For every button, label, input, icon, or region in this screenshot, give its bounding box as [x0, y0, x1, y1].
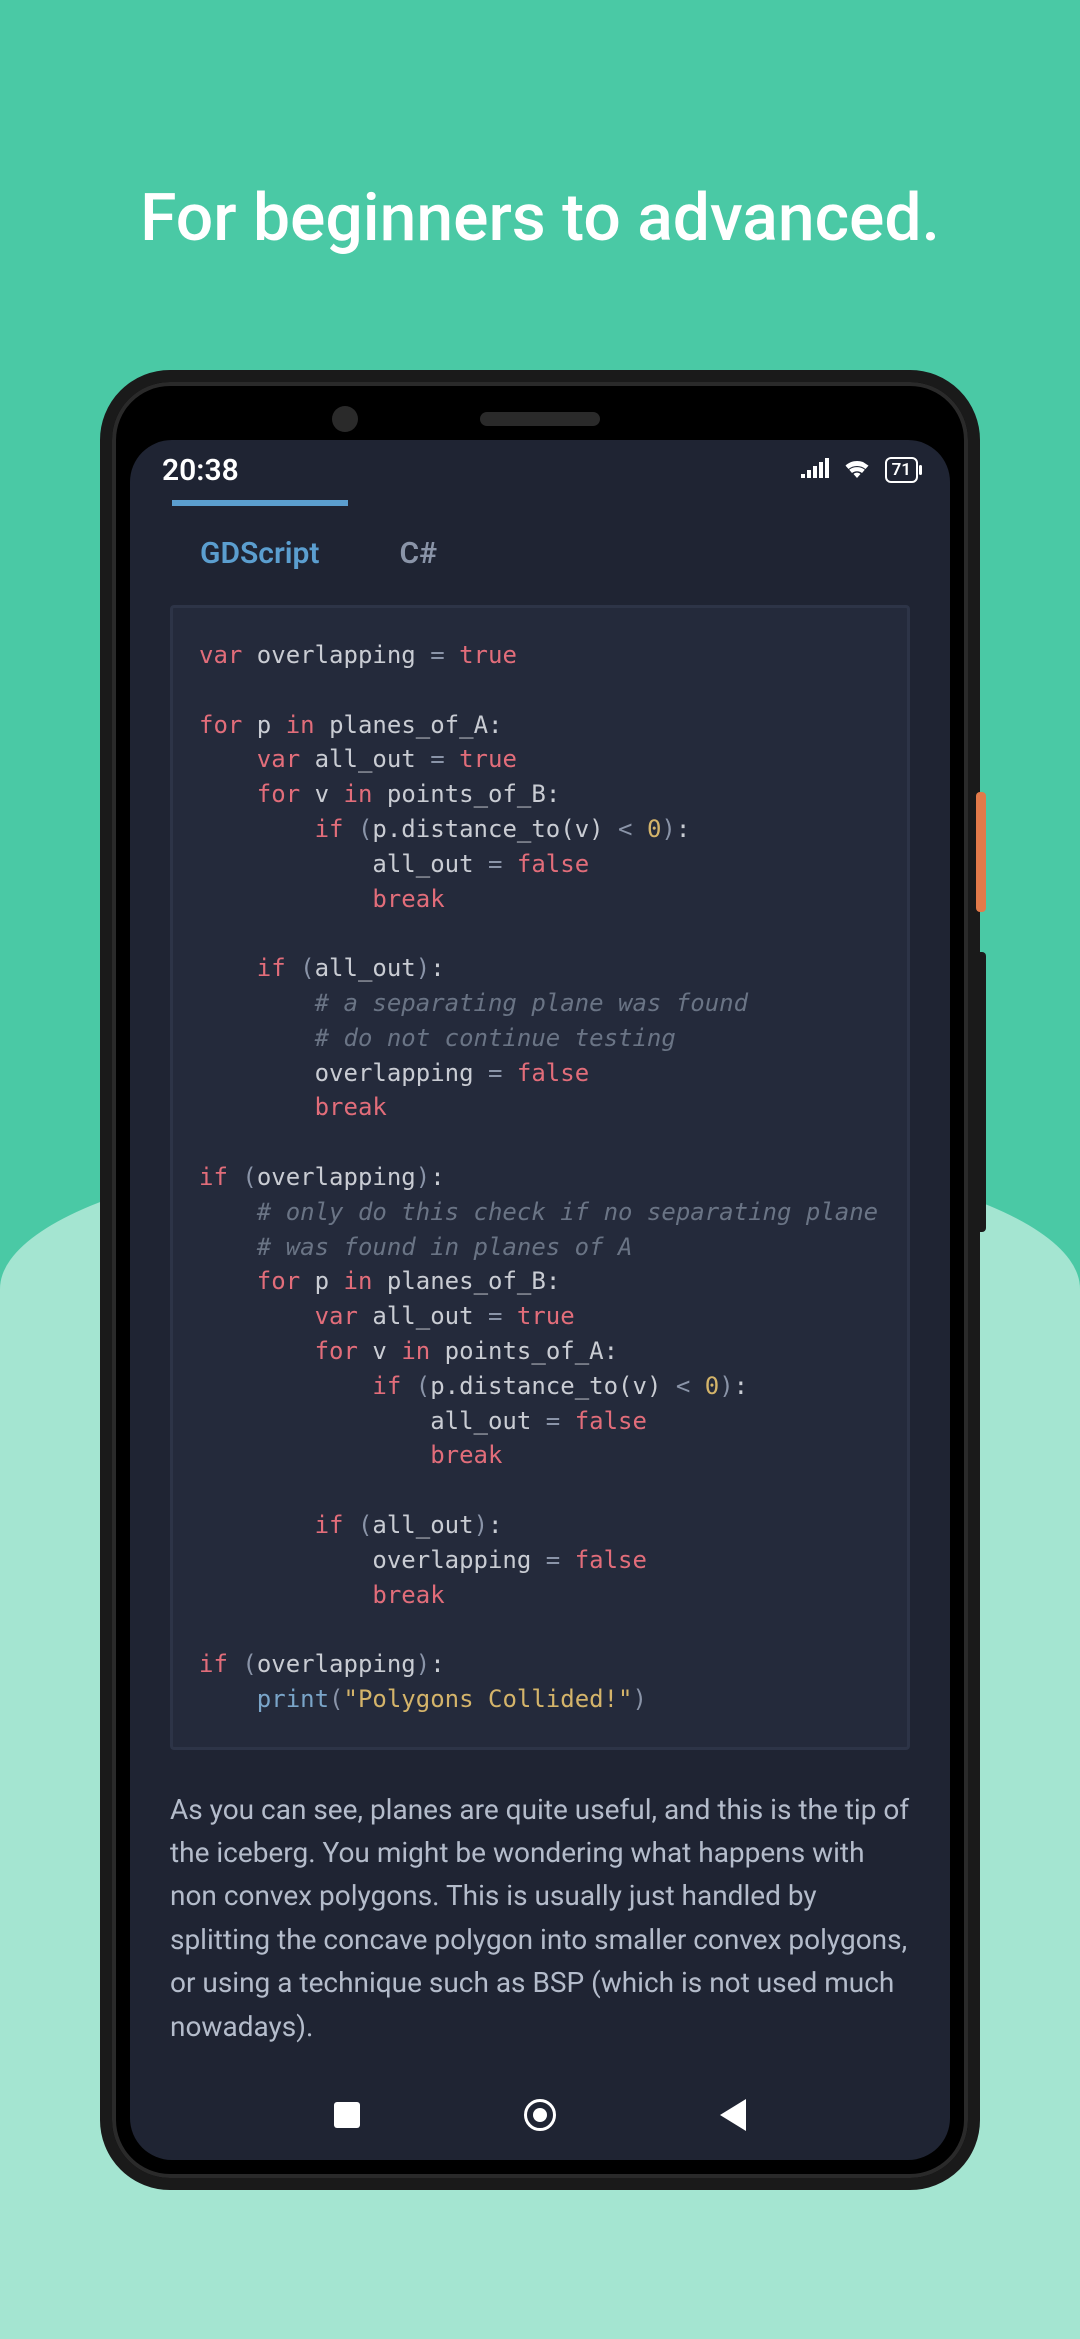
tab-gdscript[interactable]: GDScript — [180, 524, 340, 587]
battery-level: 71 — [892, 460, 911, 480]
headline: For beginners to advanced. — [0, 180, 1080, 257]
volume-button — [976, 952, 986, 1232]
status-time: 20:38 — [162, 453, 239, 488]
recent-apps-button[interactable] — [329, 2097, 365, 2133]
front-camera — [332, 406, 358, 432]
home-button[interactable] — [522, 2097, 558, 2133]
app-content: GDScript C# var overlapping = true for p… — [130, 500, 950, 2070]
wifi-icon — [843, 456, 871, 484]
power-button — [976, 792, 986, 912]
article-paragraph: As you can see, planes are quite useful,… — [170, 1788, 910, 2048]
android-nav-bar — [130, 2070, 950, 2160]
phone-mockup: 20:38 71 GDScript C# var overlapping = t… — [100, 370, 980, 2190]
signal-icon — [801, 456, 829, 484]
battery-icon: 71 — [885, 457, 918, 483]
tab-csharp[interactable]: C# — [380, 524, 458, 587]
code-tabs: GDScript C# — [170, 500, 910, 587]
code-block[interactable]: var overlapping = true for p in planes_o… — [170, 605, 910, 1750]
status-bar: 20:38 71 — [130, 440, 950, 500]
status-icons: 71 — [801, 456, 918, 484]
phone-screen: 20:38 71 GDScript C# var overlapping = t… — [130, 440, 950, 2160]
speaker-grille — [480, 412, 600, 426]
back-button[interactable] — [715, 2097, 751, 2133]
